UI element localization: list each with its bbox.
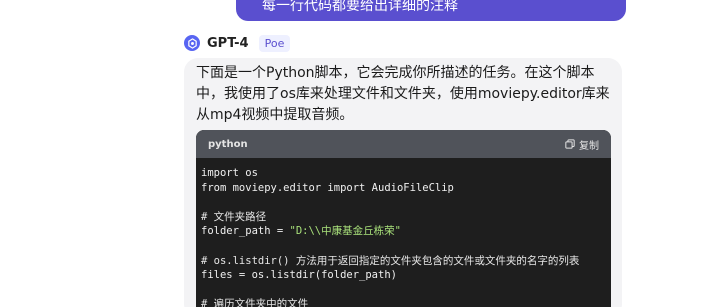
code-line: folder_path = "D:\\中康基金丘栋荣" (201, 225, 401, 238)
copy-button[interactable]: 复制 (565, 137, 599, 152)
code-block: python 复制 import os from moviepy.editor i… (196, 130, 611, 307)
code-line: # 文件夹路径 (201, 210, 267, 223)
code-block-header: python 复制 (196, 130, 611, 158)
code-line: ​ (201, 195, 606, 210)
code-line: ​ (201, 283, 606, 298)
code-language-label: python (208, 138, 248, 150)
user-message-text: 每一行代码都要给出详细的注释 (262, 0, 458, 14)
gpt-avatar-icon[interactable] (184, 35, 200, 51)
code-line: # os.listdir() 方法用于返回指定的文件夹包含的文件或文件夹的名字的… (201, 254, 580, 267)
code-line: ​ (201, 239, 606, 254)
copy-icon (565, 139, 575, 149)
user-message-bubble: 每一行代码都要给出详细的注释 (236, 0, 626, 21)
code-line: # 遍历文件夹中的文件 (201, 298, 309, 307)
code-body: import os from moviepy.editor import Audi… (196, 158, 611, 307)
copy-button-label: 复制 (579, 140, 599, 152)
code-line: from moviepy.editor import AudioFileClip (201, 181, 454, 194)
chat-page: 每一行代码都要给出详细的注释 GPT-4 Poe 下面是一个Python脚本，它… (0, 0, 720, 307)
bot-message-text: 下面是一个Python脚本，它会完成你所描述的任务。在这个脚本中，我使用了os库… (196, 65, 610, 123)
code-line: files = os.listdir(folder_path) (201, 269, 397, 282)
code-line: import os (201, 167, 258, 179)
poe-badge: Poe (258, 34, 291, 52)
bot-header: GPT-4 Poe (184, 33, 291, 53)
bot-name[interactable]: GPT-4 (207, 36, 249, 51)
